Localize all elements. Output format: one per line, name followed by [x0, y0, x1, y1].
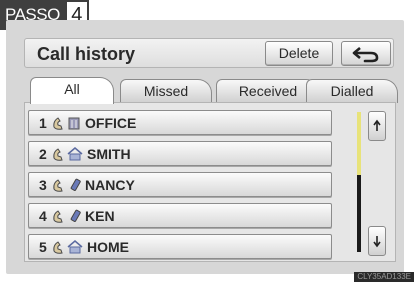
phone-icon: [53, 178, 63, 192]
scroll-up-icon: [373, 119, 381, 131]
phone-icon: [53, 240, 63, 254]
home-icon: [67, 146, 83, 160]
phone-icon: [53, 116, 63, 130]
entry-index: 1: [39, 114, 47, 131]
tab-all[interactable]: All: [30, 77, 114, 104]
back-button[interactable]: [341, 41, 391, 66]
delete-button[interactable]: Delete: [265, 41, 333, 66]
call-entry-home[interactable]: 5 HOME: [28, 234, 332, 259]
filter-tabs: All Missed Received Dialled: [30, 77, 398, 104]
scroll-down-icon: [373, 236, 381, 248]
entry-index: 3: [39, 176, 47, 193]
office-building-icon: [68, 117, 80, 129]
contact-name: SMITH: [87, 145, 131, 162]
entry-index: 2: [39, 145, 47, 162]
phone-icon: [53, 209, 63, 223]
scroll-down-button[interactable]: [368, 226, 386, 256]
contact-name: OFFICE: [85, 114, 137, 131]
tab-missed[interactable]: Missed: [120, 79, 212, 103]
scrollbar-thumb[interactable]: [357, 112, 361, 175]
tab-dialled[interactable]: Dialled: [306, 79, 398, 103]
contact-name: NANCY: [85, 176, 135, 193]
page-title: Call history: [37, 44, 136, 64]
call-entry-office[interactable]: 1 OFFICE: [28, 110, 332, 135]
call-history-header: Call history Delete: [24, 38, 394, 68]
tab-received[interactable]: Received: [216, 79, 320, 103]
mobile-phone-icon: [70, 178, 81, 191]
call-entry-nancy[interactable]: 3 NANCY: [28, 172, 332, 197]
entry-index: 5: [39, 238, 47, 255]
entry-index: 4: [39, 207, 47, 224]
contact-name: HOME: [87, 238, 129, 255]
home-icon: [67, 239, 83, 253]
contact-name: KEN: [85, 207, 115, 224]
scroll-up-button[interactable]: [368, 111, 386, 141]
call-entry-smith[interactable]: 2 SMITH: [28, 141, 332, 166]
mobile-phone-icon: [70, 209, 81, 222]
scrollbar-track[interactable]: [357, 112, 361, 252]
call-entry-ken[interactable]: 4 KEN: [28, 203, 332, 228]
return-arrow-icon: [352, 47, 379, 63]
phone-icon: [53, 147, 63, 161]
image-code: CLY35AD133E: [354, 272, 414, 282]
